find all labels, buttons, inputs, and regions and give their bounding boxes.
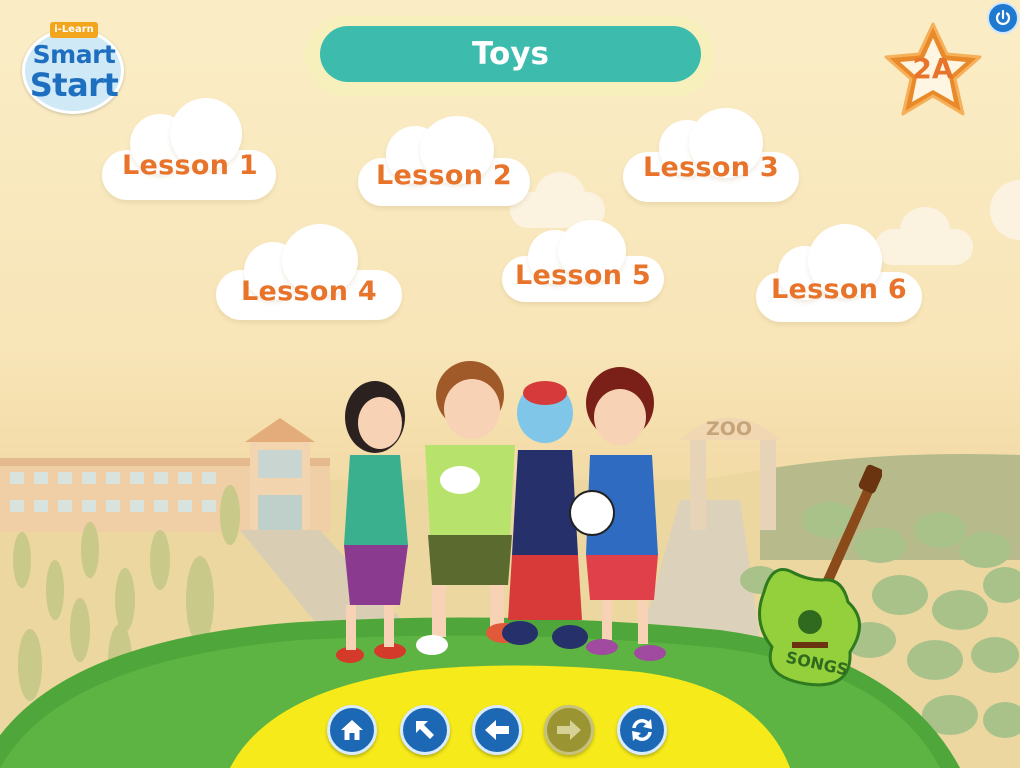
lesson-1-button[interactable]: Lesson 1 (100, 96, 280, 204)
home-icon (341, 720, 363, 740)
characters-illustration (336, 361, 666, 663)
lesson-6-button[interactable]: Lesson 6 (754, 222, 924, 326)
next-button[interactable] (544, 705, 594, 755)
logo-ilearn-tag: i-Learn (50, 22, 98, 38)
lesson-5-button[interactable]: Lesson 5 (500, 220, 666, 306)
zoo-sign: ZOO (705, 418, 753, 440)
lesson-label: Lesson 4 (240, 276, 377, 307)
background-cloud (990, 170, 1020, 240)
lesson-3-button[interactable]: Lesson 3 (621, 108, 801, 204)
songs-button[interactable]: SONGS (752, 462, 884, 692)
lesson-label: Lesson 2 (375, 160, 512, 191)
refresh-icon (632, 719, 652, 741)
refresh-button[interactable] (617, 705, 667, 755)
school-building (0, 418, 330, 532)
arrow-left-icon (485, 720, 509, 740)
girl-character-2 (569, 367, 666, 661)
lesson-label: Lesson 3 (642, 152, 779, 183)
arrow-up-left-icon (416, 721, 434, 739)
power-button[interactable] (987, 2, 1019, 34)
arrow-right-icon (557, 720, 581, 740)
logo-word-smart: Smart (32, 40, 116, 69)
home-button[interactable] (327, 705, 377, 755)
lesson-label: Lesson 6 (770, 274, 907, 305)
power-icon (995, 9, 1011, 25)
lesson-2-button[interactable]: Lesson 2 (356, 116, 532, 208)
page-title: Toys (320, 26, 701, 82)
level-badge-label: 2A (912, 52, 954, 85)
lesson-label: Lesson 1 (121, 150, 258, 181)
lesson-4-button[interactable]: Lesson 4 (214, 222, 404, 322)
boy-character (416, 361, 522, 655)
menu-up-button[interactable] (400, 705, 450, 755)
girl-character (336, 381, 408, 663)
back-button[interactable] (472, 705, 522, 755)
lesson-label: Lesson 5 (514, 260, 651, 291)
